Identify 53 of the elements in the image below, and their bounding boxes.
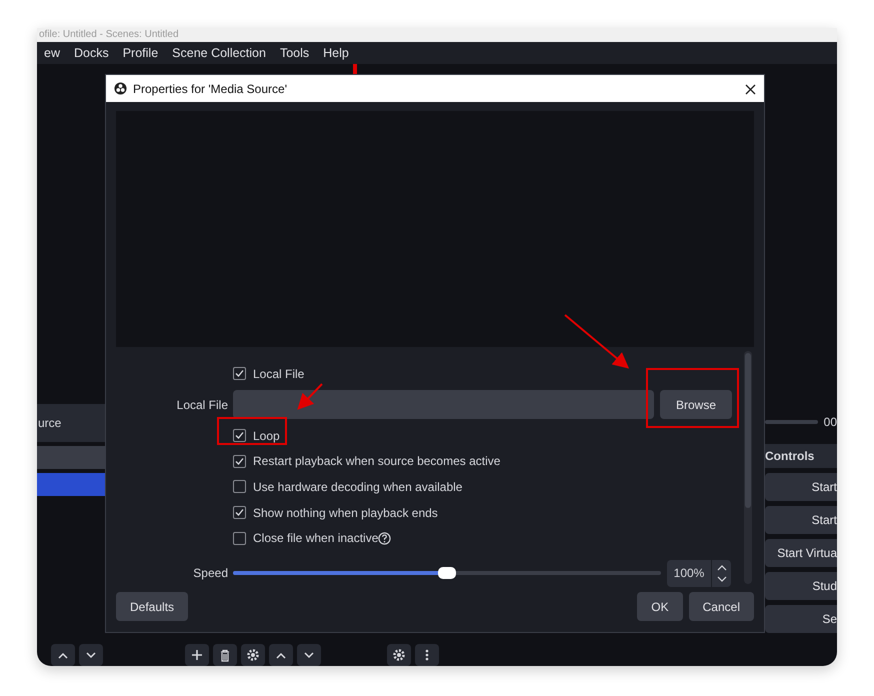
checkbox-label: Loop	[253, 428, 280, 445]
dialog-title: Properties for 'Media Source'	[133, 80, 288, 98]
control-button[interactable]: Stud	[765, 572, 837, 600]
chevron-down-icon[interactable]	[297, 644, 321, 666]
menu-item[interactable]: Profile	[116, 44, 166, 62]
cancel-button[interactable]: Cancel	[688, 592, 754, 621]
number-spinbox[interactable]: 100%	[667, 560, 731, 587]
chevron-down-icon[interactable]	[79, 644, 103, 666]
checkbox[interactable]	[233, 429, 246, 442]
menu-item[interactable]: Help	[316, 44, 356, 62]
settings-icon[interactable]	[241, 644, 265, 666]
checkbox[interactable]	[233, 532, 246, 545]
field-label: Local File	[176, 398, 228, 412]
chevron-up-icon[interactable]	[51, 644, 75, 666]
seek-slider[interactable]	[765, 420, 818, 424]
plus-icon[interactable]	[185, 644, 209, 666]
file-path-field[interactable]	[233, 390, 654, 420]
checkbox-label: Close file when inactive	[253, 530, 378, 548]
defaults-button[interactable]: Defaults	[116, 592, 188, 621]
checkbox[interactable]	[233, 367, 246, 380]
annotation-arrow	[564, 314, 630, 369]
control-button[interactable]: Se	[765, 605, 837, 633]
menu-item[interactable]: Scene Collection	[165, 44, 273, 62]
control-button[interactable]: Start Virtua	[765, 539, 837, 567]
time-label: 00	[824, 414, 837, 431]
help-icon[interactable]	[378, 532, 392, 545]
panel-title: urce	[37, 404, 105, 442]
slider-label: Speed	[193, 566, 228, 580]
panel-title: Controls	[765, 444, 837, 468]
checkbox[interactable]	[233, 506, 246, 520]
checkbox[interactable]	[233, 454, 246, 468]
annotation-mark	[353, 64, 357, 74]
trash-icon[interactable]	[213, 644, 237, 666]
checkbox-label: Restart playback when source becomes active	[253, 453, 500, 470]
app-logo-icon	[114, 82, 127, 95]
control-button[interactable]: Start	[765, 506, 837, 534]
menu-item[interactable]: ew	[37, 44, 67, 62]
checkbox-label: Local File	[253, 366, 304, 383]
chevron-up-icon[interactable]	[269, 644, 293, 666]
window-title: ofile: Untitled - Scenes: Untitled	[37, 28, 837, 42]
more-icon[interactable]	[415, 644, 439, 666]
highlight-rectangle	[217, 417, 287, 445]
control-button[interactable]: Start	[765, 473, 837, 501]
menu-item[interactable]: Tools	[272, 44, 316, 62]
browse-button[interactable]: Browse	[660, 390, 732, 420]
ok-button[interactable]: OK	[637, 592, 683, 621]
menu-item[interactable]: Docks	[66, 44, 116, 62]
annotation-arrow	[297, 383, 323, 410]
checkbox-label: Use hardware decoding when available	[253, 478, 462, 496]
scrollbar[interactable]	[744, 351, 752, 584]
checkbox[interactable]	[233, 480, 246, 494]
checkbox-label: Show nothing when playback ends	[253, 504, 438, 522]
settings-icon[interactable]	[387, 644, 411, 666]
